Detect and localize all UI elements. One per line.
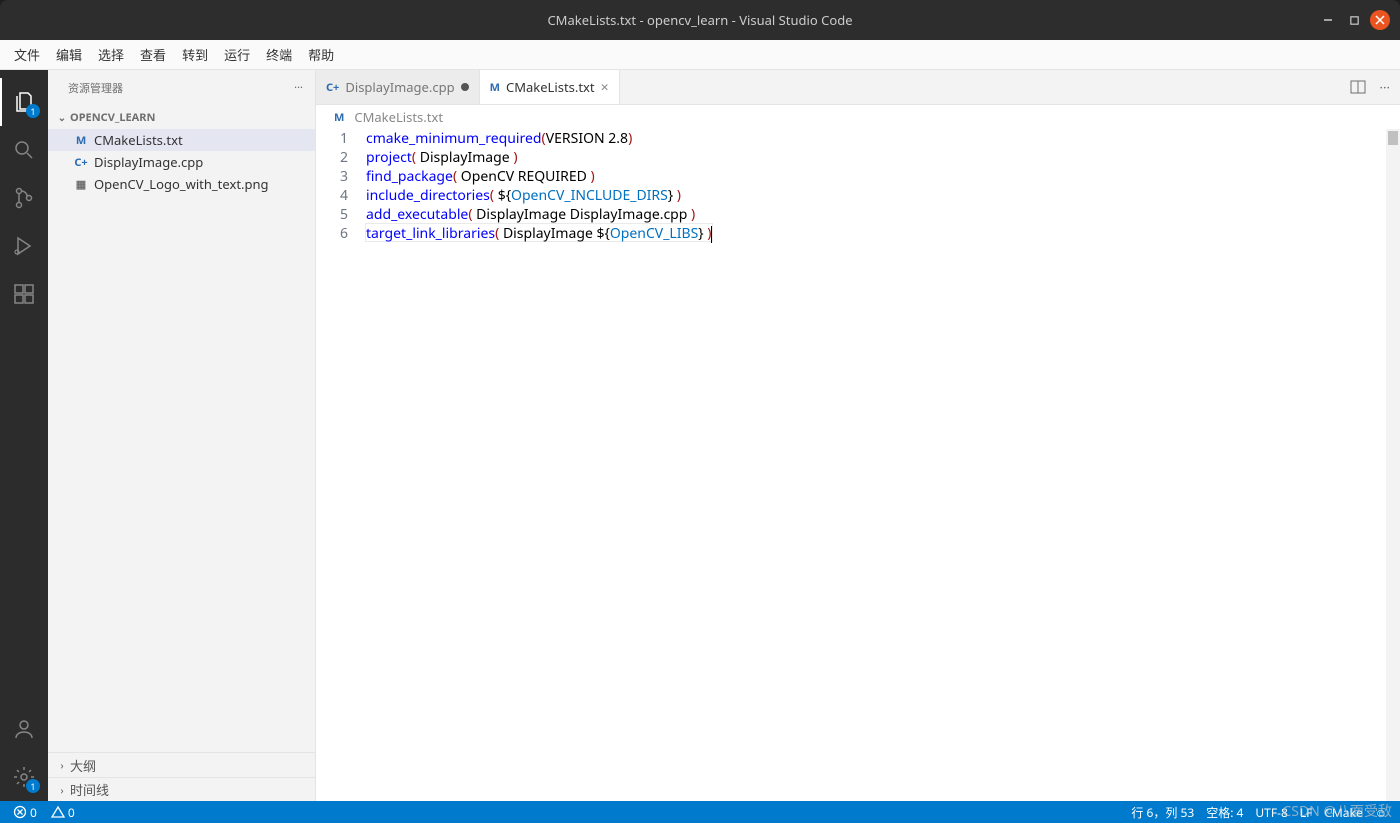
error-count: 0 (30, 804, 37, 821)
status-errors[interactable]: 0 (8, 804, 42, 821)
split-editor-icon[interactable] (1350, 79, 1366, 95)
overview-ruler[interactable] (1386, 129, 1400, 801)
status-bar: 0 0 行 6，列 53 空格: 4 UTF-8 LF CMake ☺ (0, 801, 1400, 823)
file-name: CMakeLists.txt (94, 131, 183, 149)
warning-count: 0 (68, 804, 75, 821)
tab-cmakelists[interactable]: M CMakeLists.txt × (480, 70, 620, 104)
status-encoding[interactable]: UTF-8 (1250, 804, 1292, 821)
timeline-label: 时间线 (70, 780, 109, 799)
minimize-button[interactable] (1318, 10, 1338, 30)
menu-view[interactable]: 查看 (132, 41, 174, 68)
file-list: M CMakeLists.txt C+ DisplayImage.cpp ▦ O… (48, 129, 315, 752)
editor-actions: ··· (1340, 70, 1400, 104)
settings-badge: 1 (26, 779, 40, 793)
image-icon: ▦ (72, 176, 90, 192)
sidebar: 资源管理器 ··· ⌄ OPENCV_LEARN M CMakeLists.tx… (48, 70, 316, 801)
status-language[interactable]: CMake (1319, 804, 1367, 821)
activity-run-debug[interactable] (0, 222, 48, 270)
code-area[interactable]: 123456 cmake_minimum_required(VERSION 2.… (316, 129, 1400, 801)
activity-explorer[interactable]: 1 (0, 78, 48, 126)
file-row-logo[interactable]: ▦ OpenCV_Logo_with_text.png (48, 173, 315, 195)
folder-name: OPENCV_LEARN (70, 110, 155, 125)
dirty-indicator-icon (461, 83, 469, 91)
tab-label: CMakeLists.txt (506, 78, 595, 96)
code-lines[interactable]: cmake_minimum_required(VERSION 2.8)proje… (366, 129, 712, 801)
warning-icon (51, 805, 65, 819)
outline-label: 大纲 (70, 756, 96, 775)
editor-tabs: C+ DisplayImage.cpp M CMakeLists.txt × ·… (316, 70, 1400, 105)
explorer-badge: 1 (26, 104, 40, 118)
sidebar-title: 资源管理器 (68, 80, 123, 96)
cpp-icon: C+ (72, 154, 90, 170)
chevron-down-icon: ⌄ (54, 110, 70, 124)
activity-bar: 1 1 (0, 70, 48, 801)
menu-selection[interactable]: 选择 (90, 41, 132, 68)
timeline-header[interactable]: › 时间线 (48, 777, 315, 801)
menu-go[interactable]: 转到 (174, 41, 216, 68)
scroll-position-marker (1388, 131, 1398, 145)
file-row-cmakelists[interactable]: M CMakeLists.txt (48, 129, 315, 151)
menu-edit[interactable]: 编辑 (48, 41, 90, 68)
more-actions-icon[interactable]: ··· (1380, 78, 1390, 96)
maximize-button[interactable] (1344, 10, 1364, 30)
file-row-displayimage[interactable]: C+ DisplayImage.cpp (48, 151, 315, 173)
menu-run[interactable]: 运行 (216, 41, 258, 68)
window-controls (1318, 10, 1400, 30)
file-name: DisplayImage.cpp (94, 153, 203, 171)
activity-search[interactable] (0, 126, 48, 174)
breadcrumbs[interactable]: M CMakeLists.txt (316, 105, 1400, 129)
extensions-icon (12, 282, 36, 306)
title-bar: CMakeLists.txt - opencv_learn - Visual S… (0, 0, 1400, 40)
activity-account[interactable] (0, 705, 48, 753)
cpp-icon: C+ (326, 80, 339, 95)
status-line-col[interactable]: 行 6，列 53 (1126, 804, 1199, 821)
tab-displayimage[interactable]: C+ DisplayImage.cpp (316, 70, 480, 104)
menu-terminal[interactable]: 终端 (258, 41, 300, 68)
outline-header[interactable]: › 大纲 (48, 753, 315, 777)
folder-header[interactable]: ⌄ OPENCV_LEARN (48, 105, 315, 129)
file-name: OpenCV_Logo_with_text.png (94, 175, 269, 193)
cmake-icon: M (334, 110, 344, 125)
sidebar-header: 资源管理器 ··· (48, 70, 315, 105)
status-feedback[interactable]: ☺ (1370, 804, 1392, 821)
close-button[interactable] (1370, 10, 1390, 30)
status-spaces[interactable]: 空格: 4 (1201, 804, 1248, 821)
menu-help[interactable]: 帮助 (300, 41, 342, 68)
close-icon[interactable]: × (601, 78, 609, 97)
window-title: CMakeLists.txt - opencv_learn - Visual S… (547, 11, 852, 29)
search-icon (12, 138, 36, 162)
line-gutter: 123456 (316, 129, 366, 801)
status-warnings[interactable]: 0 (46, 804, 80, 821)
cmake-icon: M (490, 80, 500, 95)
error-icon (13, 805, 27, 819)
menu-bar: 文件 编辑 选择 查看 转到 运行 终端 帮助 (0, 40, 1400, 70)
chevron-right-icon: › (54, 758, 70, 772)
editor: C+ DisplayImage.cpp M CMakeLists.txt × ·… (316, 70, 1400, 801)
activity-settings[interactable]: 1 (0, 753, 48, 801)
debug-icon (12, 234, 36, 258)
activity-extensions[interactable] (0, 270, 48, 318)
sidebar-more-icon[interactable]: ··· (294, 80, 303, 95)
breadcrumb-text: CMakeLists.txt (354, 108, 443, 126)
source-control-icon (12, 186, 36, 210)
activity-source-control[interactable] (0, 174, 48, 222)
account-icon (12, 717, 36, 741)
status-eol[interactable]: LF (1295, 804, 1318, 821)
cmake-icon: M (72, 132, 90, 148)
chevron-right-icon: › (54, 783, 70, 797)
menu-file[interactable]: 文件 (6, 41, 48, 68)
tab-label: DisplayImage.cpp (345, 78, 454, 96)
